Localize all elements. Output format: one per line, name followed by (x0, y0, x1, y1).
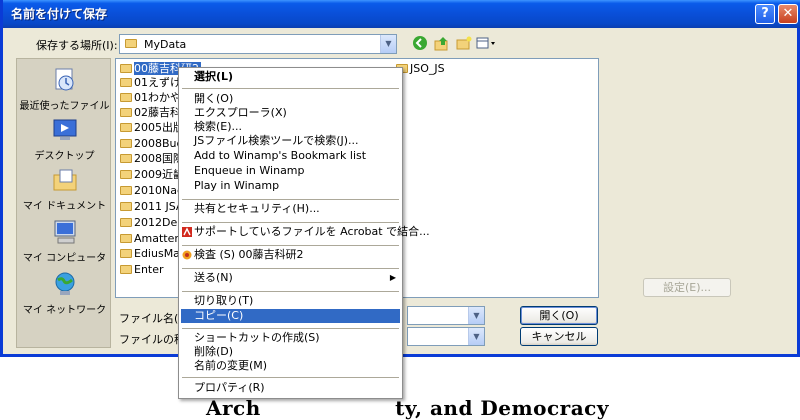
menu-item-rename[interactable]: 名前の変更(M) (181, 359, 400, 373)
folder-icon (120, 170, 132, 179)
menu-separator (182, 199, 399, 200)
look-in-label: 保存する場所(I): (36, 39, 118, 52)
menu-item-open[interactable]: 開く(O) (181, 92, 400, 106)
menu-item-create-shortcut[interactable]: ショートカットの作成(S) (181, 331, 400, 345)
my-computer-icon (52, 219, 78, 245)
places-bar: 最近使ったファイル デスクトップ マイ ドキュメント マイ コンピュータ マイ … (16, 58, 111, 348)
open-button[interactable]: 開く(O) (520, 306, 598, 325)
context-menu: 選択(L) 開く(O) エクスプローラ(X) 検索(E)... JSファイル検索… (178, 67, 430, 399)
folder-icon (120, 186, 132, 195)
file-item[interactable]: Enter (120, 263, 164, 276)
submenu-arrow-icon: ▶ (389, 273, 396, 282)
menu-separator (182, 88, 399, 89)
menu-item-select[interactable]: 選択(L) (181, 70, 400, 84)
settings-button[interactable]: 設定(E)... (643, 278, 731, 297)
menu-item-cut[interactable]: 切り取り(T) (181, 294, 400, 308)
chevron-down-icon[interactable]: ▼ (468, 307, 484, 324)
antivirus-icon (182, 250, 192, 260)
menu-separator (182, 245, 399, 246)
file-item[interactable]: 2008国際 (120, 152, 184, 165)
look-in-combo[interactable]: MyData ▼ (119, 34, 397, 54)
folder-icon (120, 93, 132, 102)
menu-item-explorer[interactable]: エクスプローラ(X) (181, 106, 400, 120)
place-label: マイ ドキュメント (22, 201, 107, 212)
place-label: デスクトップ (34, 151, 95, 162)
file-item[interactable]: JSO_JS (396, 62, 445, 75)
menu-item-js-search[interactable]: JSファイル検索ツールで検索(J)... (181, 134, 400, 148)
file-item[interactable]: 2011 JSA (120, 200, 183, 213)
view-menu-icon[interactable] (475, 35, 497, 53)
folder-icon (120, 108, 132, 117)
menu-separator (182, 291, 399, 292)
file-item[interactable]: 2009近畿 (120, 168, 184, 181)
menu-separator (182, 328, 399, 329)
window-title: 名前を付けて保存 (11, 7, 108, 21)
menu-item-winamp-bookmark[interactable]: Add to Winamp's Bookmark list (181, 149, 400, 163)
filetype-select[interactable]: ▼ (407, 327, 485, 346)
filename-input[interactable]: ▼ (407, 306, 485, 325)
place-my-network[interactable]: マイ ネットワーク (17, 271, 112, 316)
menu-item-label: 送る(N) (194, 271, 233, 284)
desktop-icon (52, 117, 78, 143)
menu-item-copy[interactable]: コピー(C) (181, 309, 400, 323)
help-button[interactable]: ? (755, 4, 775, 24)
place-recent[interactable]: 最近使ったファイル (17, 67, 112, 112)
file-item[interactable]: Amattero (120, 232, 185, 245)
folder-icon (120, 139, 132, 148)
recent-documents-icon (52, 67, 78, 93)
up-folder-icon[interactable] (433, 35, 451, 53)
close-button[interactable]: ✕ (778, 4, 798, 24)
caption-text: Arch ty, and Democracy (205, 396, 609, 420)
file-item[interactable]: 02藤吉科 (120, 106, 181, 119)
menu-separator (182, 268, 399, 269)
menu-item-send-to[interactable]: 送る(N) ▶ (181, 271, 400, 285)
menu-item-search[interactable]: 検索(E)... (181, 120, 400, 134)
folder-icon (120, 64, 132, 73)
folder-icon (120, 218, 132, 227)
acrobat-icon (182, 227, 192, 237)
menu-item-label: 検査 (S) 00藤吉科研2 (194, 248, 304, 261)
my-network-icon (52, 271, 78, 297)
place-label: マイ コンピュータ (22, 253, 107, 264)
folder-icon (120, 123, 132, 132)
folder-icon (120, 154, 132, 163)
menu-item-virus-scan[interactable]: 検査 (S) 00藤吉科研2 (181, 248, 400, 262)
menu-item-winamp-enqueue[interactable]: Enqueue in Winamp (181, 164, 400, 178)
place-label: マイ ネットワーク (22, 305, 107, 316)
new-folder-icon[interactable] (455, 35, 473, 53)
place-my-computer[interactable]: マイ コンピュータ (17, 219, 112, 264)
menu-item-label: サポートしているファイルを Acrobat で結合... (194, 225, 430, 238)
folder-icon (120, 249, 132, 258)
place-label: 最近使ったファイル (19, 101, 110, 112)
place-my-documents[interactable]: マイ ドキュメント (17, 167, 112, 212)
file-item[interactable]: 2005出版 (120, 121, 184, 134)
folder-icon (120, 78, 132, 87)
back-icon[interactable] (411, 35, 429, 53)
menu-item-sharing[interactable]: 共有とセキュリティ(H)... (181, 202, 400, 216)
folder-icon (120, 265, 132, 274)
file-item[interactable]: EdiusMan (120, 247, 187, 260)
folder-icon (120, 202, 132, 211)
my-documents-icon (52, 167, 78, 193)
menu-item-delete[interactable]: 削除(D) (181, 345, 400, 359)
place-desktop[interactable]: デスクトップ (17, 117, 112, 162)
menu-separator (182, 222, 399, 223)
look-in-value: MyData (144, 38, 187, 51)
chevron-down-icon[interactable]: ▼ (468, 328, 484, 345)
page-caption: Arch ty, and Democracy (0, 372, 800, 420)
cancel-button[interactable]: キャンセル (520, 327, 598, 346)
menu-item-winamp-play[interactable]: Play in Winamp (181, 179, 400, 193)
folder-icon (125, 39, 137, 48)
menu-item-acrobat-combine[interactable]: サポートしているファイルを Acrobat で結合... (181, 225, 430, 239)
folder-icon (120, 234, 132, 243)
chevron-down-icon[interactable]: ▼ (380, 35, 396, 53)
title-bar: 名前を付けて保存 (3, 0, 800, 28)
